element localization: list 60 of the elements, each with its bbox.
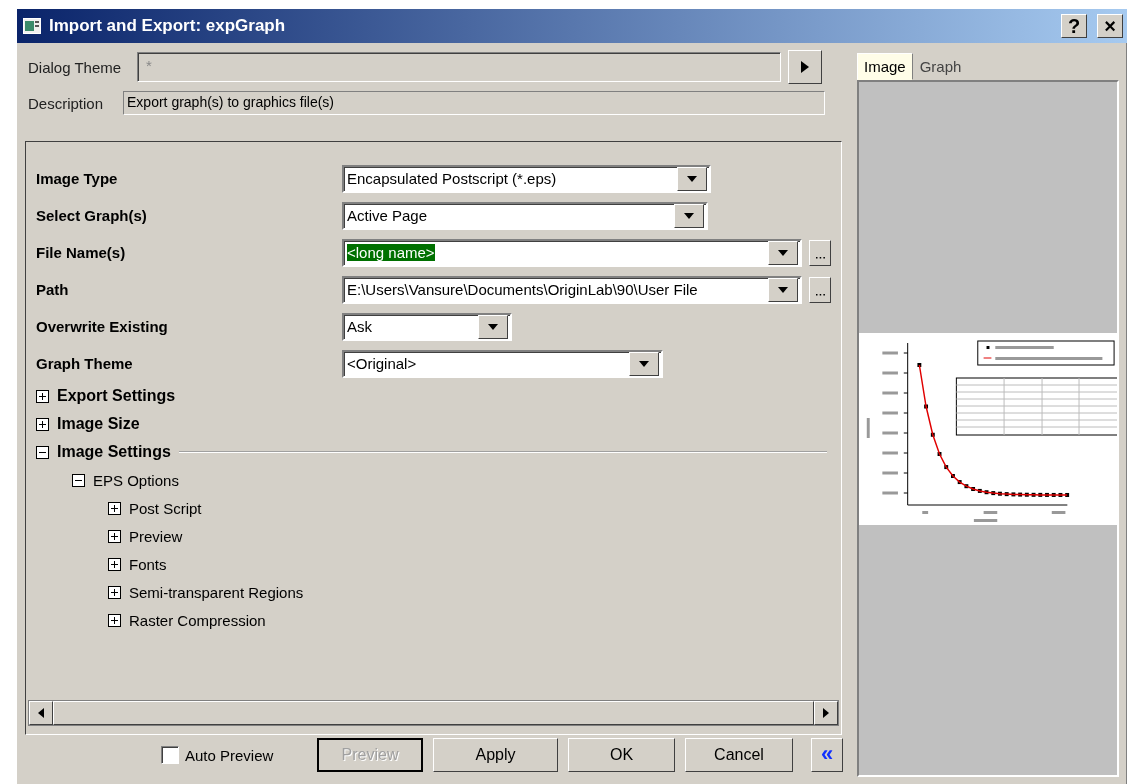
dropdown[interactable]: Active Page — [342, 201, 708, 230]
window-title: Import and Export: expGraph — [49, 16, 287, 36]
checkbox-label[interactable]: Auto Preview — [185, 746, 274, 764]
triangle-right-icon — [801, 61, 810, 73]
ellipsis-icon — [815, 256, 825, 259]
tree-item[interactable]: Post Script — [129, 499, 202, 517]
dropdown-arrow-icon — [684, 212, 694, 219]
scroll-right-icon[interactable] — [823, 708, 829, 718]
browse-button[interactable] — [809, 239, 831, 266]
theme-menu-button[interactable] — [788, 50, 823, 84]
tab[interactable]: Graph — [912, 53, 969, 80]
window-icon — [23, 18, 41, 34]
setting-label: Graph Theme — [36, 355, 134, 372]
tree-item[interactable]: Raster Compression — [129, 611, 266, 629]
expand-icon[interactable] — [108, 529, 121, 543]
browse-button[interactable] — [809, 276, 831, 303]
dropdown[interactable]: <Original> — [342, 349, 663, 378]
dialog-button[interactable]: Apply — [433, 738, 558, 772]
horizontal-scrollbar[interactable] — [28, 700, 839, 726]
collapse-icon[interactable] — [72, 473, 85, 487]
dropdown[interactable]: E:\Users\Vansure\Documents\OriginLab\90\User File — [342, 275, 802, 304]
help-button[interactable]: ? — [1061, 14, 1087, 38]
collapse-button[interactable]: « — [811, 738, 843, 772]
ellipsis-icon — [815, 293, 825, 296]
expand-icon[interactable] — [108, 613, 121, 627]
description-field: Export graph(s) to graphics file(s) — [123, 91, 826, 115]
expand-icon[interactable] — [108, 557, 121, 571]
dropdown-arrow-icon — [687, 175, 697, 182]
tree-item[interactable]: Image Settings — [57, 443, 171, 461]
setting-label: Image Type — [36, 170, 119, 187]
field-label: Dialog Theme — [27, 58, 122, 76]
checkbox[interactable] — [161, 746, 179, 764]
expand-icon[interactable] — [108, 585, 121, 599]
expand-icon[interactable] — [108, 501, 121, 515]
tree-item[interactable]: Image Size — [57, 415, 140, 433]
tab[interactable]: Image — [857, 53, 913, 80]
dropdown-arrow-icon — [778, 249, 788, 256]
dialog-button[interactable]: Cancel — [685, 738, 793, 772]
tree-item[interactable]: Export Settings — [57, 387, 176, 405]
expand-icon[interactable] — [36, 417, 49, 431]
setting-label: Path — [36, 281, 70, 298]
setting-label: Select Graph(s) — [36, 207, 148, 224]
field-label: Description — [27, 94, 104, 112]
tree-item[interactable]: EPS Options — [93, 471, 179, 489]
dropdown-arrow-icon — [639, 360, 649, 367]
collapse-icon[interactable] — [36, 445, 49, 459]
scroll-left-icon[interactable] — [38, 708, 44, 718]
expand-icon[interactable] — [36, 389, 49, 403]
dropdown[interactable]: Ask — [342, 312, 512, 341]
tree-item[interactable]: Fonts — [129, 555, 167, 573]
tree-item[interactable]: Preview — [129, 527, 183, 545]
dropdown-arrow-icon — [488, 323, 498, 330]
dropdown[interactable]: Encapsulated Postscript (*.eps) — [342, 164, 711, 193]
setting-label: Overwrite Existing — [36, 318, 169, 335]
dropdown-arrow-icon — [778, 286, 788, 293]
close-button[interactable]: × — [1097, 14, 1123, 38]
setting-label: File Name(s) — [36, 244, 127, 261]
dialog-button[interactable]: OK — [568, 738, 675, 772]
tree-item[interactable]: Semi-transparent Regions — [129, 583, 304, 601]
dropdown[interactable]: <long name> — [342, 238, 802, 267]
